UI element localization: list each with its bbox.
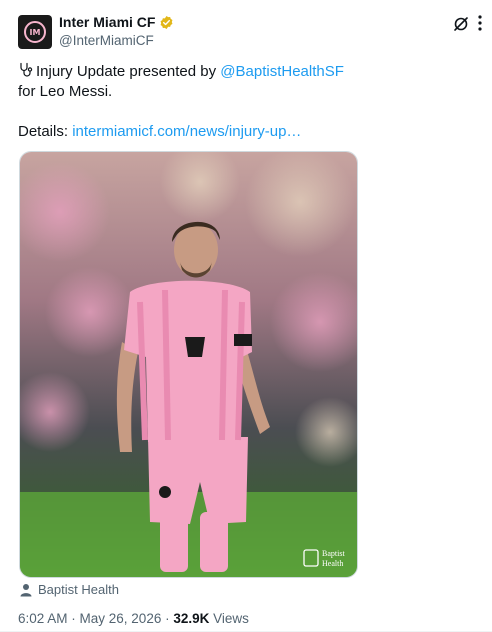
tweet-text-intro: Injury Update presented by [36,63,221,80]
grok-icon[interactable] [453,16,469,32]
messi-photo-image: Baptist Health [20,152,357,577]
mention-link[interactable]: @BaptistHealthSF [220,63,344,80]
person-icon [20,583,32,596]
views-label: Views [209,611,249,626]
media-photo[interactable]: Baptist Health [19,151,358,578]
tweet-line-2: for Leo Messi. [18,83,113,100]
watermark-line-1: Baptist [322,549,345,558]
details-label: Details: [18,123,73,140]
more-options-icon[interactable] [473,14,487,32]
tweet-details-line: Details: intermiamicf.com/news/injury-up… [18,122,473,142]
tweet-card: IM Inter Miami CF @InterMiamiCF Injury U… [0,0,492,632]
details-link[interactable]: intermiamicf.com/news/injury-up… [72,123,301,140]
verified-badge-icon [161,15,173,29]
author-display-name[interactable]: Inter Miami CF [59,14,155,30]
tweet-text: Injury Update presented by @BaptistHealt… [18,62,473,142]
club-crest-icon: IM [24,21,46,43]
tweet-meta: 6:02 AM · May 26, 2026 · 32.9K Views [18,611,249,626]
media-attribution[interactable]: Baptist Health [20,582,119,597]
tweet-line-1: Injury Update presented by @BaptistHealt… [18,62,473,82]
author-handle[interactable]: @InterMiamiCF [59,33,154,48]
author-name-row: Inter Miami CF [59,14,174,30]
avatar[interactable]: IM [18,15,52,49]
tweet-timestamp[interactable]: 6:02 AM · May 26, 2026 · [18,611,173,626]
attribution-label: Baptist Health [38,582,119,597]
views-count: 32.9K [173,611,210,626]
stethoscope-icon [20,62,33,77]
watermark-line-2: Health [322,559,343,568]
